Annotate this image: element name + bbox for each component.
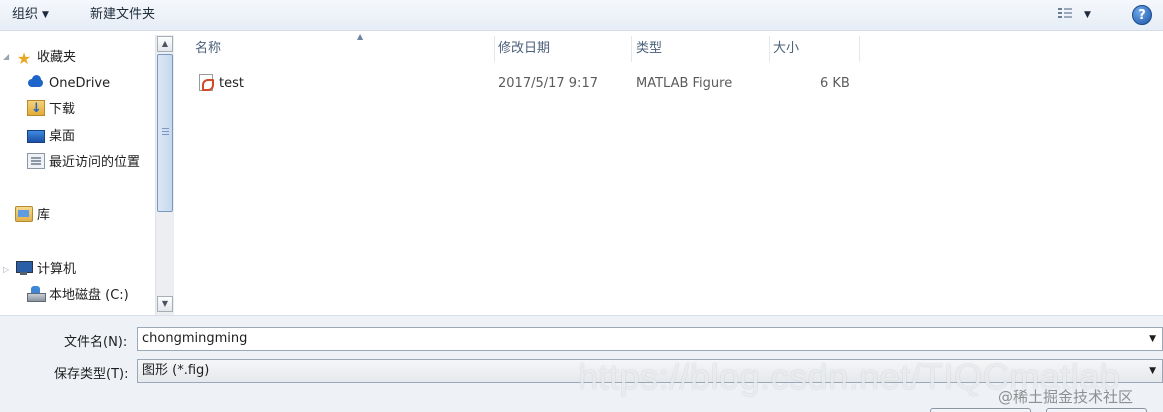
file-name-cell: test	[199, 72, 244, 96]
column-header-modified[interactable]: 修改日期	[498, 36, 632, 62]
column-header-type[interactable]: 类型	[636, 36, 770, 62]
file-type: MATLAB Figure	[636, 76, 733, 91]
star-icon: ★	[16, 49, 32, 68]
nav-desktop-label: 桌面	[49, 129, 76, 144]
nav-computer-label: 计算机	[37, 262, 77, 277]
file-modified: 2017/5/17 9:17	[498, 76, 598, 91]
nav-onedrive-label: OneDrive	[49, 76, 111, 91]
file-row[interactable]: test 2017/5/17 9:17 MATLAB Figure 6 KB	[189, 72, 859, 96]
organize-label: 组织	[12, 7, 39, 22]
hard-drive-icon	[27, 286, 46, 302]
filetype-label: 保存类型(T):	[54, 367, 129, 382]
view-options-button[interactable]: ▼	[1058, 6, 1102, 24]
sort-ascending-icon: ▲	[357, 32, 364, 41]
nav-scrollbar[interactable]: ▲ ▼	[155, 35, 174, 315]
filetype-value: 图形 (*.fig)	[142, 363, 210, 378]
filename-label: 文件名(N):	[64, 335, 128, 350]
cancel-button[interactable]	[1046, 408, 1147, 412]
grip-icon	[162, 128, 169, 135]
filename-field[interactable]: chongmingming ▼	[137, 327, 1163, 351]
chevron-down-icon[interactable]: ▼	[1149, 360, 1156, 382]
organize-button[interactable]: 组织 ▼	[12, 6, 49, 24]
nav-favorites-label: 收藏夹	[37, 50, 77, 65]
nav-drive-c-label: 本地磁盘 (C:)	[49, 288, 129, 303]
nav-drive-c[interactable]: 本地磁盘 (C:)	[27, 285, 129, 307]
nav-recent-places[interactable]: 最近访问的位置	[27, 152, 140, 174]
column-header-size[interactable]: 大小	[773, 36, 860, 62]
filename-value: chongmingming	[142, 331, 248, 346]
file-name: test	[219, 76, 244, 91]
computer-icon	[15, 260, 33, 276]
new-folder-button[interactable]: 新建文件夹	[90, 6, 155, 24]
chevron-down-icon: ▼	[1084, 10, 1091, 20]
scrollbar-thumb[interactable]	[157, 54, 173, 212]
nav-library[interactable]: 库	[15, 205, 50, 227]
filetype-select[interactable]: 图形 (*.fig) ▼	[137, 359, 1163, 383]
recent-places-icon	[27, 153, 45, 169]
column-header-name[interactable]: ▲ 名称	[195, 32, 495, 62]
nav-favorites[interactable]: ★ 收藏夹	[15, 47, 76, 69]
scroll-down-arrow-icon[interactable]: ▼	[157, 296, 173, 312]
library-icon	[15, 206, 33, 222]
chevron-down-icon[interactable]: ▼	[1149, 328, 1156, 350]
scroll-up-arrow-icon[interactable]: ▲	[157, 36, 173, 52]
details-view-icon	[1058, 7, 1072, 19]
file-size: 6 KB	[820, 76, 850, 91]
help-icon[interactable]: ?	[1132, 5, 1152, 25]
navigation-pane: ◢ ★ 收藏夹 OneDrive 下载 桌面 最近访问的位置 库 ▷ 计算机 本地…	[0, 32, 155, 315]
nav-downloads-label: 下载	[49, 102, 76, 117]
file-list: ▲ 名称 修改日期 类型 大小 test 2017/5/17 9:17 MATL…	[175, 32, 1163, 315]
nav-desktop[interactable]: 桌面	[27, 126, 75, 148]
nav-computer[interactable]: 计算机	[15, 259, 76, 281]
chevron-down-icon: ▼	[42, 10, 49, 20]
toolbar: 组织 ▼ 新建文件夹 ▼ ?	[0, 0, 1163, 31]
desktop-icon	[27, 130, 45, 143]
nav-library-label: 库	[37, 208, 51, 223]
nav-recent-places-label: 最近访问的位置	[49, 155, 141, 170]
onedrive-icon	[27, 74, 45, 90]
expand-arrow-icon[interactable]: ◢	[3, 52, 9, 61]
column-header-name-label: 名称	[195, 41, 222, 56]
nav-downloads[interactable]: 下载	[27, 98, 76, 121]
matlab-figure-icon	[199, 74, 214, 91]
downloads-icon	[27, 98, 45, 120]
save-form: 文件名(N): chongmingming ▼ 保存类型(T): 图形 (*.f…	[0, 315, 1163, 412]
nav-onedrive[interactable]: OneDrive	[27, 73, 110, 95]
collapse-arrow-icon[interactable]: ▷	[3, 265, 9, 274]
save-button[interactable]	[930, 408, 1031, 412]
